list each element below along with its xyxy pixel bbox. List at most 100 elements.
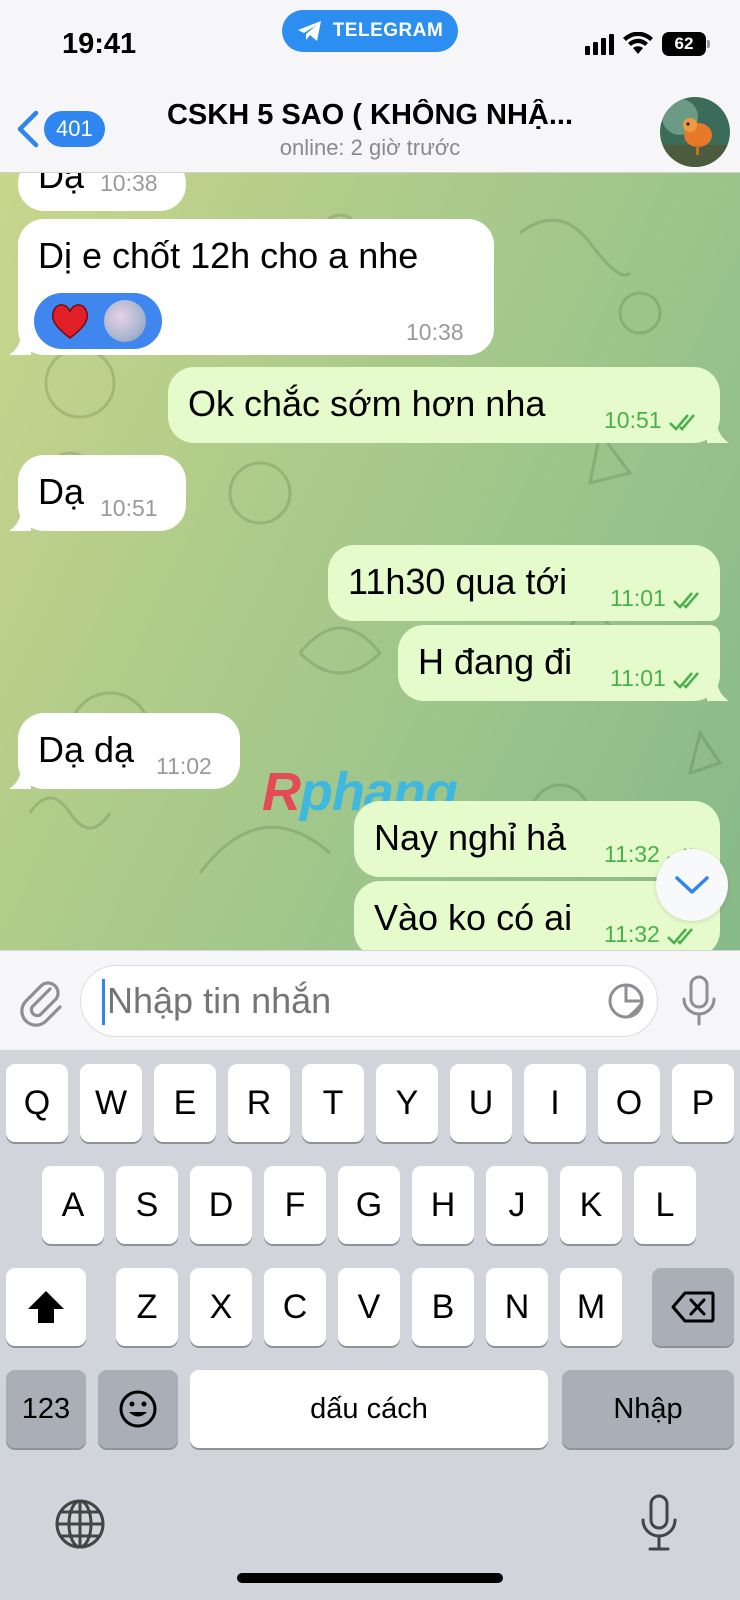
key-k[interactable]: K [560,1166,622,1244]
key-m[interactable]: M [560,1268,622,1346]
message-text: Dị e chốt 12h cho a nhe [38,235,419,276]
read-checkmarks-icon [673,672,700,689]
return-key[interactable]: Nhập [562,1370,734,1448]
shift-key[interactable] [6,1268,86,1346]
message-text: 11h30 qua tới [348,561,568,602]
space-key[interactable]: dấu cách [190,1370,548,1448]
chevron-left-icon [17,110,39,148]
read-checkmarks-icon [667,928,694,945]
message-text: Dạ dạ [38,729,135,770]
message-outgoing[interactable]: H đang đi 11:01 [398,625,729,701]
message-composer [0,950,740,1050]
key-n[interactable]: N [486,1268,548,1346]
status-bar: 19:41 TELEGRAM 62 [0,0,740,95]
key-e[interactable]: E [154,1064,216,1142]
dictation-mic-icon[interactable] [640,1494,678,1552]
key-p[interactable]: P [672,1064,734,1142]
reactor-avatar [102,298,148,344]
chat-header: 401 CSKH 5 SAO ( KHÔNG NHẬ... online: 2 … [0,95,740,173]
microphone-icon[interactable] [680,975,718,1027]
message-time-value: 11:32 [604,921,660,947]
key-j[interactable]: J [486,1166,548,1244]
globe-icon[interactable] [54,1498,106,1550]
unread-count-badge: 401 [44,111,105,147]
read-checkmarks-icon [673,592,700,609]
key-s[interactable]: S [116,1166,178,1244]
message-time: 10:38 [406,319,464,345]
key-c[interactable]: C [264,1268,326,1346]
message-text: Ok chắc sớm hơn nha [188,383,546,424]
sticker-icon[interactable] [606,981,646,1021]
key-d[interactable]: D [190,1166,252,1244]
telegram-icon [297,21,321,41]
scroll-to-bottom-button[interactable] [656,849,728,921]
avatar-image [660,97,730,167]
backspace-key[interactable] [652,1268,734,1346]
back-button[interactable]: 401 [14,109,105,149]
message-time: 11:01 [610,585,706,612]
backspace-icon [671,1291,715,1323]
message-incoming[interactable]: Dạ 10:38 [18,173,186,211]
message-time: 10:51 [604,407,702,434]
key-v[interactable]: V [338,1268,400,1346]
message-time-value: 11:01 [610,585,666,611]
bubble-tail [9,767,31,789]
message-time: 11:32 [604,921,700,948]
key-h[interactable]: H [412,1166,474,1244]
shift-icon [28,1291,64,1323]
emoji-key[interactable] [98,1370,178,1448]
chat-avatar[interactable] [660,97,730,167]
signal-icon [585,33,614,55]
key-g[interactable]: G [338,1166,400,1244]
paperclip-icon[interactable] [18,977,64,1027]
heart-reaction-icon [51,304,89,339]
message-incoming[interactable]: Dạ dạ 11:02 [9,713,240,789]
watermark-part: R [262,762,301,822]
message-text: Dạ [38,173,85,196]
text-cursor [102,979,105,1025]
message-reactions[interactable] [34,293,162,349]
emoji-icon [119,1390,157,1428]
status-time: 19:41 [62,28,137,60]
key-b[interactable]: B [412,1268,474,1346]
bubble-tail [707,421,729,443]
message-incoming[interactable]: Dạ 10:51 [9,455,186,531]
wifi-icon [623,32,653,54]
chevron-down-icon [675,876,709,894]
key-f[interactable]: F [264,1166,326,1244]
chat-history[interactable]: Dạ 10:38 Dị e chốt 12h cho a nhe 10:38 O… [0,173,740,950]
key-w[interactable]: W [80,1064,142,1142]
home-indicator[interactable] [237,1573,503,1583]
bubble-tail [9,333,31,355]
key-t[interactable]: T [302,1064,364,1142]
key-o[interactable]: O [598,1064,660,1142]
battery-icon: 62 [662,32,710,56]
key-l[interactable]: L [634,1166,696,1244]
message-text: Nay nghỉ hả [374,817,567,858]
message-time-value: 10:51 [604,407,662,433]
key-y[interactable]: Y [376,1064,438,1142]
key-x[interactable]: X [190,1268,252,1346]
chat-status: online: 2 giờ trước [279,135,461,160]
telegram-return-pill[interactable]: TELEGRAM [282,10,458,52]
message-incoming[interactable]: Dị e chốt 12h cho a nhe 10:38 [9,219,494,355]
bubble-tail [707,679,729,701]
message-time: 11:02 [156,753,212,779]
bubble-tail [9,509,31,531]
app-indicator-label: TELEGRAM [332,20,444,41]
message-outgoing[interactable]: Ok chắc sớm hơn nha 10:51 [168,367,729,443]
message-input[interactable] [80,965,658,1037]
numbers-key[interactable]: 123 [6,1370,86,1448]
key-a[interactable]: A [42,1166,104,1244]
key-q[interactable]: Q [6,1064,68,1142]
keyboard: Q W E R T Y U I O P A S D F G H J K L Z … [0,1050,740,1600]
message-time: 10:51 [100,495,158,521]
message-time: 11:01 [610,665,706,692]
key-u[interactable]: U [450,1064,512,1142]
key-i[interactable]: I [524,1064,586,1142]
key-z[interactable]: Z [116,1268,178,1346]
chat-title[interactable]: CSKH 5 SAO ( KHÔNG NHẬ... [140,99,600,132]
key-r[interactable]: R [228,1064,290,1142]
message-outgoing[interactable]: 11h30 qua tới 11:01 [328,545,720,621]
battery-level: 62 [674,34,694,53]
